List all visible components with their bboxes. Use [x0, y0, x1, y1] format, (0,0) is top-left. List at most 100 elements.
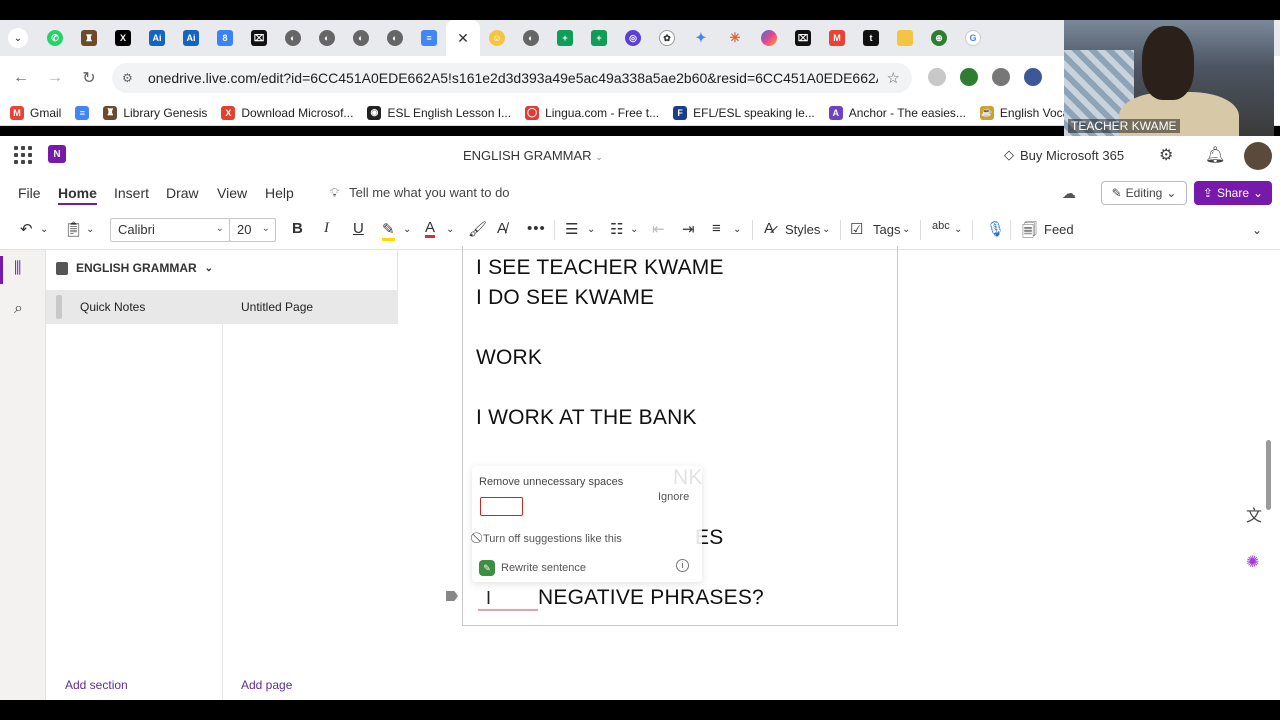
back-arrow-icon[interactable]: ← — [4, 69, 38, 87]
copilot-brain-icon[interactable]: ✺ — [1246, 552, 1259, 572]
more-options-icon[interactable]: ••• — [527, 220, 546, 237]
page-item-untitled[interactable]: Untitled Page — [223, 290, 398, 324]
bookmark-item[interactable]: ◉ ESL English Lesson I... — [367, 105, 511, 120]
note-line[interactable]: I SEE TEACHER KWAME — [476, 256, 724, 280]
ignore-button[interactable]: Ignore — [658, 491, 689, 503]
tab-view[interactable]: View — [217, 185, 247, 201]
tab-ai-2[interactable]: Ai — [174, 23, 208, 53]
underline-icon[interactable]: U — [353, 220, 364, 237]
bookmark-item[interactable]: A Anchor - The easies... — [828, 105, 966, 120]
extension-icon[interactable] — [992, 68, 1010, 86]
tell-me-search[interactable]: 💡︎ Tell me what you want to do — [330, 185, 510, 201]
tab-web-2[interactable]: ◐ — [310, 23, 344, 53]
site-settings-icon[interactable]: ⚙ — [122, 71, 140, 85]
tab-green[interactable]: ⊕ — [922, 23, 956, 53]
rewrite-sentence-button[interactable]: ✎ Rewrite sentence — [479, 560, 586, 576]
chevron-down-icon[interactable]: ⌄ — [86, 224, 94, 235]
notebook-switcher[interactable]: ENGLISH GRAMMAR ⌄ — [56, 261, 213, 275]
sync-status-icon[interactable]: ☁ — [1062, 185, 1076, 202]
extension-icon[interactable] — [960, 68, 978, 86]
note-line[interactable]: I WORK AT THE BANK — [476, 406, 697, 430]
add-page-button[interactable]: Add page — [241, 678, 292, 692]
bold-icon[interactable]: B — [292, 220, 303, 237]
settings-gear-icon[interactable]: ⚙ — [1159, 145, 1173, 165]
bookmark-item[interactable]: ♜ Library Genesis — [103, 105, 207, 120]
feed-icon[interactable]: 🗐 — [1022, 220, 1037, 245]
tab-ai-1[interactable]: Ai — [140, 23, 174, 53]
align-icon[interactable]: ≡ — [712, 220, 721, 237]
bookmark-item[interactable]: F EFL/ESL speaking le... — [673, 105, 815, 120]
forward-arrow-icon[interactable]: → — [38, 69, 72, 87]
tab-sheets-1[interactable]: + — [548, 23, 582, 53]
font-name-dropdown[interactable]: Calibri ⌄ — [110, 218, 230, 242]
font-size-dropdown[interactable]: 20 ⌄ — [229, 218, 276, 242]
spelling-icon[interactable]: abc — [932, 220, 950, 232]
tab-home[interactable]: Home — [58, 185, 97, 205]
chevron-down-icon[interactable]: ⌄ — [403, 224, 411, 235]
tab-whatsapp[interactable]: ✆ — [38, 23, 72, 53]
bookmark-star-icon[interactable]: ☆ — [887, 69, 900, 87]
tab-help[interactable]: Help — [265, 185, 294, 201]
editing-mode-button[interactable]: ✎ Editing ⌄ — [1101, 181, 1187, 205]
highlight-icon[interactable]: ✎ — [382, 220, 395, 241]
onenote-logo-icon[interactable]: N — [48, 145, 66, 163]
tab-web-5[interactable]: ◐ — [514, 23, 548, 53]
document-title[interactable]: ENGLISH GRAMMAR ⌄ — [463, 148, 603, 163]
section-item-quick-notes[interactable]: Quick Notes — [46, 290, 223, 324]
extension-icon[interactable] — [1024, 68, 1042, 86]
tab-active-close[interactable]: ✕ — [446, 20, 480, 56]
tab-web-1[interactable]: ◐ — [276, 23, 310, 53]
chevron-down-icon[interactable]: ⌄ — [902, 224, 910, 235]
chevron-down-icon[interactable]: ⌄ — [630, 224, 638, 235]
notebooks-icon[interactable]: ⫼ — [14, 260, 21, 278]
bullet-list-icon[interactable]: ☰ — [565, 220, 578, 238]
bookmark-item[interactable]: ◯ Lingua.com - Free t... — [525, 105, 659, 120]
paragraph-handle-icon[interactable] — [446, 591, 458, 601]
chevron-down-icon[interactable]: ⌄ — [733, 224, 741, 235]
chevron-down-icon[interactable]: ⌄ — [954, 224, 962, 235]
suggestion-replacement-button[interactable] — [480, 497, 523, 516]
undo-icon[interactable]: ↶ — [20, 220, 33, 238]
add-section-button[interactable]: Add section — [65, 678, 128, 692]
reload-icon[interactable]: ↻ — [72, 68, 106, 88]
translate-icon[interactable]: ⽂ — [1246, 502, 1262, 526]
format-painter-icon[interactable]: 🖌︎ — [468, 220, 487, 238]
address-bar[interactable]: ⚙ onedrive.live.com/edit?id=6CC451A0EDE6… — [112, 63, 912, 93]
buy-microsoft-365-link[interactable]: ◇ Buy Microsoft 365 — [1004, 147, 1124, 163]
tab-web-3[interactable]: ◐ — [344, 23, 378, 53]
tab-google[interactable]: G — [956, 23, 990, 53]
tab-capcut[interactable]: ⌧ — [242, 23, 276, 53]
tab-insert[interactable]: Insert — [114, 185, 149, 201]
vertical-scrollbar[interactable] — [1266, 440, 1271, 510]
tab-capcut-2[interactable]: ⌧ — [786, 23, 820, 53]
extension-icon[interactable] — [928, 68, 946, 86]
italic-icon[interactable]: I — [324, 220, 329, 237]
bookmark-item[interactable]: X Download Microsof... — [221, 105, 353, 120]
tab-app-8[interactable]: 8 — [208, 23, 242, 53]
tab-library[interactable]: ♜ — [72, 23, 106, 53]
tab-yellow[interactable] — [888, 23, 922, 53]
increase-indent-icon[interactable]: ⇥ — [682, 220, 695, 238]
expand-ribbon-icon[interactable]: ⌄ — [1252, 223, 1262, 237]
close-tab-icon[interactable]: ✕ — [457, 30, 469, 47]
search-icon[interactable]: ⌕ — [14, 300, 23, 318]
tab-sheets-2[interactable]: + — [582, 23, 616, 53]
tab-web-4[interactable]: ◐ — [378, 23, 412, 53]
tab-tumblr[interactable]: t — [854, 23, 888, 53]
user-avatar[interactable] — [1244, 142, 1272, 170]
turn-off-suggestions-button[interactable]: ⃠Turn off suggestions like this — [479, 532, 622, 545]
tab-search-button[interactable]: ⌄ — [8, 28, 28, 48]
tags-icon[interactable]: ☑ — [850, 220, 863, 238]
decrease-indent-icon[interactable]: ⇤ — [652, 220, 665, 238]
tab-purple[interactable]: ◎ — [616, 23, 650, 53]
clipboard-icon[interactable]: 📋︎ — [64, 220, 83, 238]
tab-claude[interactable]: ✳ — [718, 23, 752, 53]
bookmark-item[interactable]: ≡ — [75, 105, 90, 120]
tags-button[interactable]: Tags — [873, 222, 900, 237]
tab-file[interactable]: File — [18, 185, 41, 201]
tab-x[interactable]: X — [106, 23, 140, 53]
tab-gmail[interactable]: M — [820, 23, 854, 53]
bookmark-item[interactable]: M Gmail — [10, 105, 61, 120]
styles-button[interactable]: Styles — [785, 222, 820, 237]
chevron-down-icon[interactable]: ⌄ — [446, 224, 454, 235]
